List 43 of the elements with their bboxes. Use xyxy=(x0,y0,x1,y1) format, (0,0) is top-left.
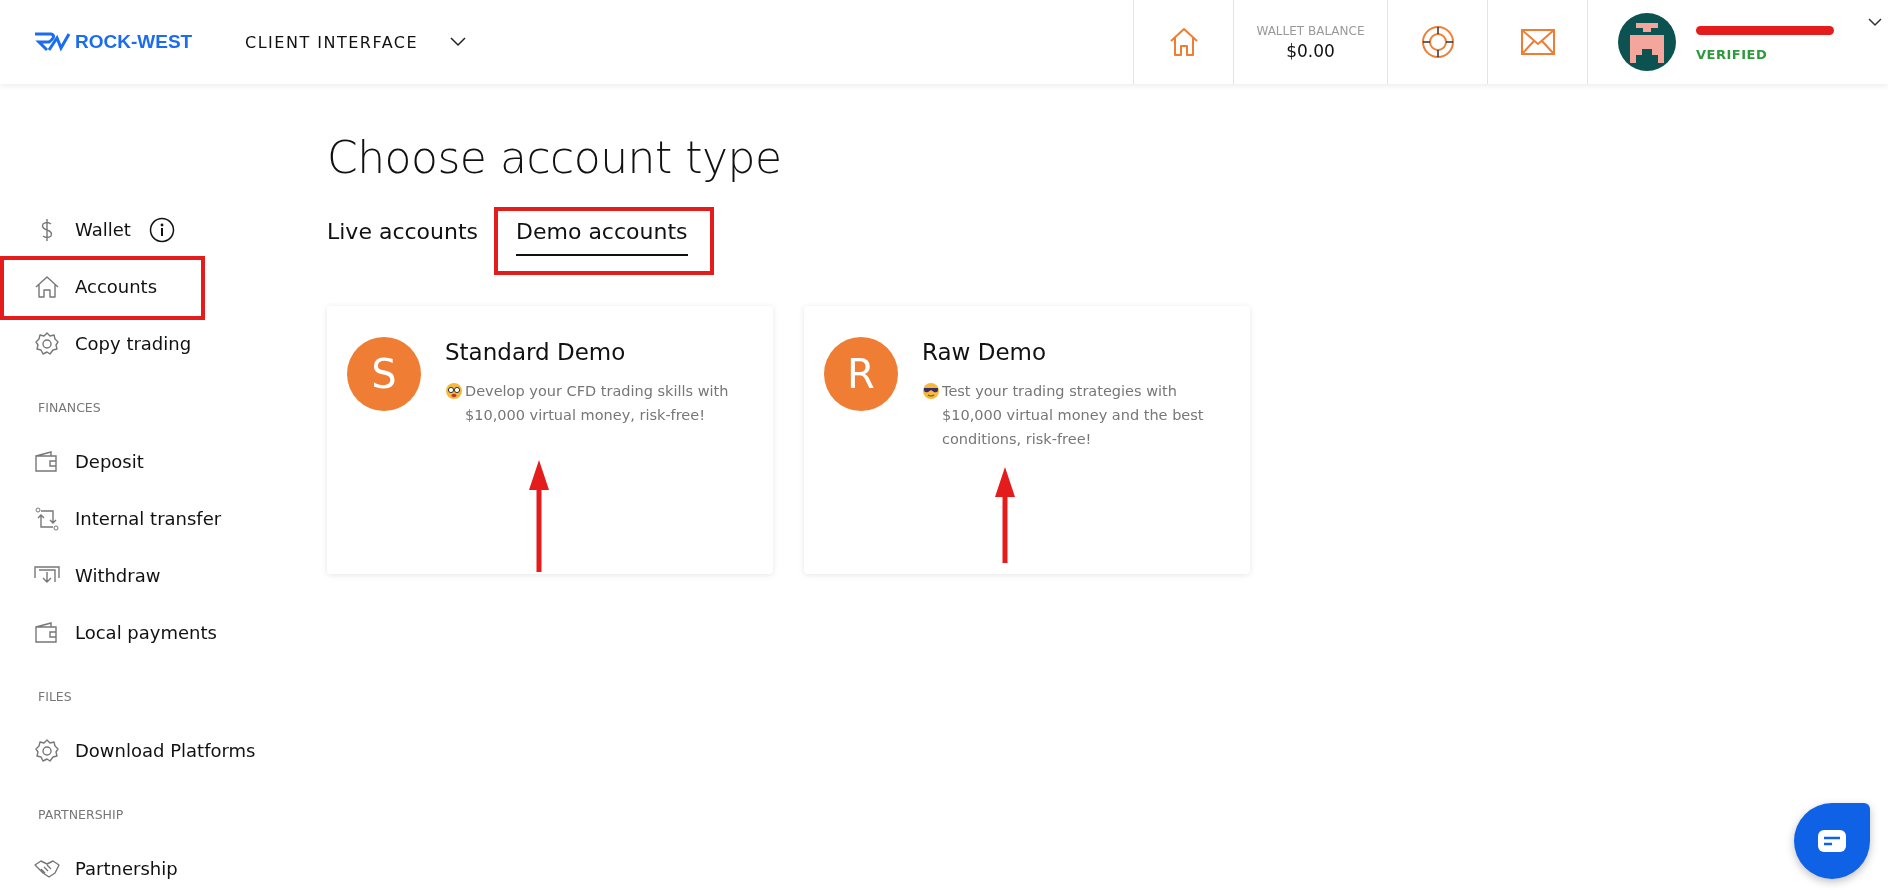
section-heading: PARTNERSHIP xyxy=(38,807,125,822)
info-icon xyxy=(148,216,175,243)
envelope-icon xyxy=(1520,29,1555,55)
account-card[interactable]: R Raw Demo Test your trading strategies with $10,000 virtual money and the best conditions, risk-free! xyxy=(804,306,1250,574)
sidebar-item[interactable]: Withdraw xyxy=(33,547,300,604)
avatar-icon[interactable] xyxy=(1618,13,1676,71)
nerd-face-icon xyxy=(445,382,463,400)
logo-icon xyxy=(33,32,73,52)
wallet-balance-value: $0.00 xyxy=(1286,40,1335,61)
chevron-down-icon xyxy=(450,37,467,47)
sidebar-item[interactable]: Copy trading xyxy=(33,315,300,372)
account-card[interactable]: S Standard Demo Develop your CFD trading skills with $10,000 virtual money, risk-free! xyxy=(327,306,773,574)
card-title: Raw Demo xyxy=(922,339,1048,365)
home-button[interactable] xyxy=(1133,0,1233,84)
letter-avatar: S xyxy=(347,337,421,411)
wallet-balance-label: WALLET BALANCE xyxy=(1256,23,1365,38)
support-button[interactable] xyxy=(1387,0,1487,84)
sunglasses-face-icon xyxy=(922,382,940,400)
account-type-tab[interactable]: Live accounts xyxy=(327,213,479,256)
chevron-down-icon[interactable] xyxy=(1868,18,1882,27)
card-description: Develop your CFD trading skills with $10,000 virtual money, risk-free! xyxy=(465,382,730,425)
sidebar-item[interactable]: Local payments xyxy=(33,604,300,661)
account-type-tab[interactable]: Demo accounts xyxy=(516,213,688,256)
sidebar-item[interactable]: Accounts xyxy=(33,258,300,315)
card-title: Standard Demo xyxy=(445,339,627,365)
sidebar-item[interactable]: Deposit xyxy=(33,433,300,490)
section-heading: FILES xyxy=(38,689,73,704)
section-heading: FINANCES xyxy=(38,400,102,415)
logo-text: ROCK-WEST xyxy=(75,32,193,52)
letter-avatar: R xyxy=(824,337,898,411)
transfer-icon xyxy=(33,504,61,533)
page-title: Choose account type xyxy=(327,132,783,183)
sidebar-item[interactable]: Wallet xyxy=(33,201,300,258)
messages-button[interactable] xyxy=(1487,0,1587,84)
sidebar-item[interactable]: Internal transfer xyxy=(33,490,300,547)
card-description: Test your trading strategies with $10,000 virtual money and the best conditions, risk-free! xyxy=(942,382,1205,449)
chat-button[interactable] xyxy=(1794,803,1870,879)
chat-icon xyxy=(1818,830,1846,852)
sidebar-item[interactable]: Partnership xyxy=(33,840,300,890)
verified-status: VERIFIED xyxy=(1696,47,1769,62)
sidebar-item[interactable]: Download Platforms xyxy=(33,722,300,779)
lifebuoy-icon xyxy=(1420,25,1455,59)
client-interface-menu[interactable]: CLIENT INTERFACE xyxy=(245,32,467,52)
